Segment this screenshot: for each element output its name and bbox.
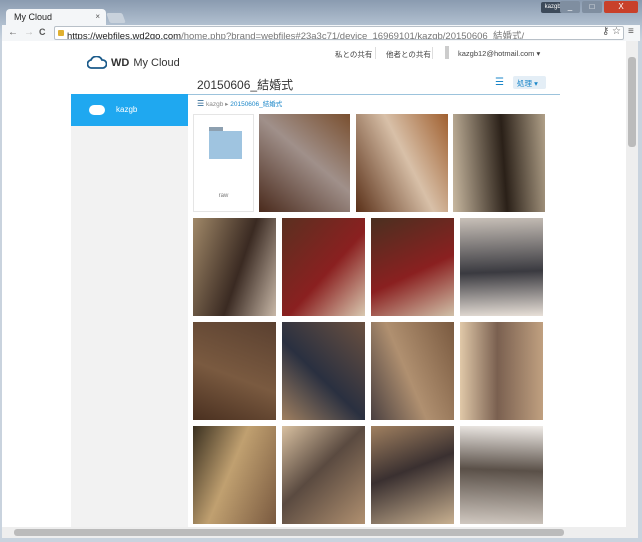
folder-icon-body — [209, 131, 242, 159]
forward-icon[interactable]: → — [24, 27, 34, 38]
photo-thumbnail[interactable] — [282, 218, 365, 316]
photo-thumbnail[interactable] — [259, 114, 350, 212]
divider — [432, 47, 433, 59]
divider — [375, 47, 376, 59]
folder-raw[interactable]: raw — [193, 114, 254, 212]
close-window-button[interactable]: X — [604, 1, 638, 13]
wd-logo[interactable]: WD My Cloud — [87, 56, 180, 69]
divider — [188, 94, 560, 95]
manage-button[interactable]: 処理 ▾ — [513, 76, 546, 89]
shared-with-me-link[interactable]: 私との共有 — [335, 49, 372, 60]
lock-icon — [58, 30, 64, 36]
address-bar[interactable]: https://webfiles.wd2go.com/home.php?bran… — [54, 26, 624, 40]
breadcrumb-root[interactable]: kazgb — [206, 101, 223, 108]
scroll-thumb[interactable] — [628, 57, 636, 147]
sidebar-item-kazgb[interactable]: kazgb — [71, 94, 188, 126]
avatar — [445, 46, 449, 59]
browser-toolbar: ← → C https://webfiles.wd2go.com/home.ph… — [2, 25, 640, 41]
minimize-button[interactable]: _ — [560, 1, 580, 13]
tab-title: My Cloud — [14, 12, 53, 22]
cloud-logo-icon — [87, 56, 107, 69]
photo-thumbnail[interactable] — [460, 426, 543, 524]
tab-my-cloud[interactable]: My Cloud × — [6, 9, 106, 26]
account-menu[interactable]: kazgb12@hotmail.com ▾ — [458, 49, 540, 58]
photo-thumbnail[interactable] — [460, 322, 543, 420]
photo-thumbnail[interactable] — [356, 114, 448, 212]
breadcrumb: ☰ kazgb ▸ 20150606_結婚式 — [197, 98, 282, 108]
horizontal-scrollbar[interactable] — [2, 527, 638, 538]
photo-thumbnail[interactable] — [282, 322, 365, 420]
photo-thumbnail[interactable] — [193, 218, 276, 316]
key-icon[interactable]: ⚷ — [602, 26, 609, 37]
photo-thumbnail[interactable] — [371, 322, 454, 420]
reload-icon[interactable]: C — [39, 27, 46, 37]
star-icon[interactable]: ☆ — [612, 26, 621, 37]
back-icon[interactable]: ← — [8, 27, 18, 38]
photo-thumbnail[interactable] — [193, 426, 276, 524]
window-controls: _ □ X — [560, 1, 638, 13]
folder-label: raw — [218, 193, 229, 199]
menu-icon[interactable]: ≡ — [628, 26, 634, 37]
new-tab-button[interactable] — [106, 13, 126, 23]
photo-thumbnail[interactable] — [453, 114, 545, 212]
photo-thumbnail[interactable] — [193, 322, 276, 420]
page-title: 20150606_結婚式 — [197, 78, 294, 92]
scroll-thumb[interactable] — [14, 529, 564, 536]
vertical-scrollbar[interactable] — [626, 41, 638, 527]
breadcrumb-menu-icon[interactable]: ☰ — [197, 99, 204, 108]
breadcrumb-current: 20150606_結婚式 — [230, 101, 283, 108]
list-view-icon[interactable]: ☰ — [495, 77, 504, 88]
breadcrumb-separator: ▸ — [225, 101, 229, 108]
photo-thumbnail[interactable] — [371, 426, 454, 524]
photo-thumbnail[interactable] — [460, 218, 543, 316]
photo-thumbnail[interactable] — [371, 218, 454, 316]
maximize-button[interactable]: □ — [582, 1, 602, 13]
close-tab-icon[interactable]: × — [95, 12, 100, 21]
page-content: WD My Cloud 私との共有 他者との共有 kazgb12@hotmail.… — [2, 41, 626, 527]
sidebar: kazgb — [71, 94, 188, 527]
cloud-icon — [89, 105, 105, 115]
photo-thumbnail[interactable] — [282, 426, 365, 524]
shared-with-others-link[interactable]: 他者との共有 — [386, 49, 431, 60]
